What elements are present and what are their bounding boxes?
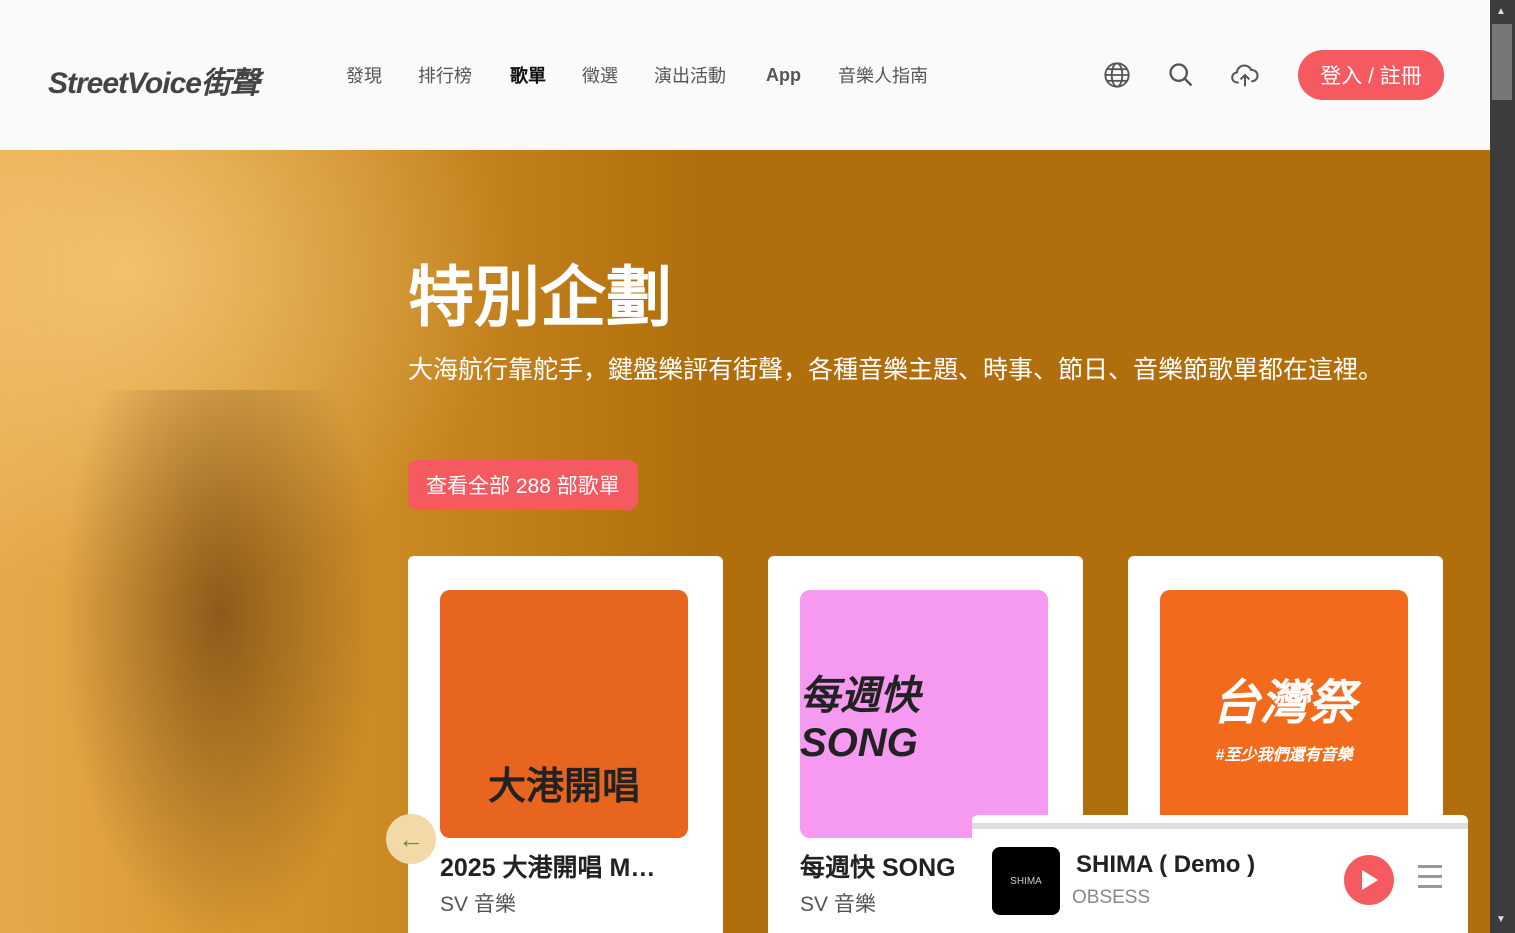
playlist-cover[interactable]: 台灣祭 #至少我們還有音樂 [1160, 590, 1408, 838]
playlist-author[interactable]: SV 音樂 [800, 888, 876, 918]
page-title: 特別企劃 [408, 260, 672, 334]
upload-cloud-icon[interactable] [1214, 46, 1276, 104]
playlist-cover[interactable]: 大港開唱 [440, 590, 688, 838]
cover-title: 台灣祭 [1211, 677, 1356, 730]
track-cover[interactable]: SHIMA [992, 847, 1060, 915]
login-register-button[interactable]: 登入 / 註冊 [1298, 50, 1444, 100]
playlist-author[interactable]: SV 音樂 [440, 888, 516, 918]
page-description: 大海航行靠舵手，鍵盤樂評有街聲，各種音樂主題、時事、節日、音樂節歌單都在這裡。 [408, 356, 1384, 384]
nav-events[interactable]: 演出活動 [636, 46, 744, 104]
cover-subtitle: #至少我們還有音樂 [1215, 747, 1353, 764]
logo[interactable]: StreetVoice街聲 [48, 58, 260, 102]
search-icon[interactable] [1150, 46, 1212, 104]
nav-discover[interactable]: 發現 [328, 46, 400, 104]
playlist-title[interactable]: 2025 大港開唱 M… [440, 848, 680, 884]
carousel-prev-button[interactable]: ← [386, 814, 436, 864]
hero-photo-figure [60, 390, 380, 933]
playlist-menu-icon[interactable] [1418, 865, 1442, 895]
view-all-playlists-button[interactable]: 查看全部 288 部歌單 [408, 460, 638, 510]
globe-icon[interactable] [1086, 46, 1148, 104]
playlist-cover[interactable]: 每週快 SONG [800, 590, 1048, 838]
scroll-down-icon[interactable]: ▼ [1496, 914, 1506, 925]
nav-musician-guide[interactable]: 音樂人指南 [820, 46, 946, 104]
playlist-card[interactable]: 大港開唱 2025 大港開唱 M… SV 音樂 [408, 556, 723, 933]
scrollbar[interactable] [1490, 0, 1515, 933]
header: StreetVoice街聲 發現 排行榜 歌單 徵選 演出活動 App 音樂人指… [0, 0, 1490, 150]
nav-charts[interactable]: 排行榜 [400, 46, 490, 104]
nav-app[interactable]: App [748, 46, 819, 104]
arrow-left-icon: ← [398, 823, 424, 854]
play-button[interactable] [1344, 855, 1394, 905]
player-progress-bar[interactable] [972, 823, 1468, 829]
scroll-up-icon[interactable]: ▲ [1496, 6, 1506, 17]
nav-auditions[interactable]: 徵選 [564, 46, 636, 104]
nav-playlists[interactable]: 歌單 [492, 46, 564, 104]
track-title[interactable]: SHIMA ( Demo ) [1076, 851, 1255, 879]
scrollbar-thumb[interactable] [1492, 24, 1512, 100]
play-icon [1362, 870, 1378, 890]
mini-player: SHIMA SHIMA ( Demo ) OBSESS [972, 815, 1468, 933]
track-artist[interactable]: OBSESS [1072, 887, 1150, 909]
